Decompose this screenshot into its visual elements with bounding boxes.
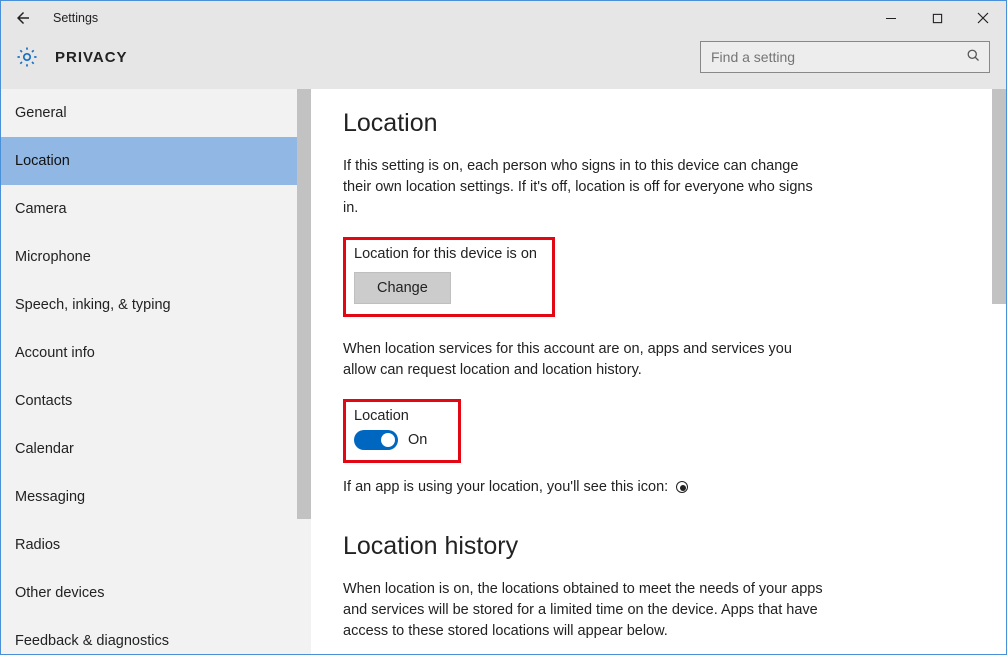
sidebar-item-microphone[interactable]: Microphone: [1, 233, 311, 281]
titlebar: Settings: [1, 1, 1006, 35]
sidebar-item-contacts[interactable]: Contacts: [1, 377, 311, 425]
search-icon: [966, 48, 981, 66]
account-location-text: When location services for this account …: [343, 339, 823, 381]
device-status-label: Location for this device is on: [354, 246, 544, 262]
sidebar-item-label: Speech, inking, & typing: [15, 297, 171, 313]
sidebar-item-calendar[interactable]: Calendar: [1, 425, 311, 473]
sidebar-item-feedback[interactable]: Feedback & diagnostics: [1, 617, 311, 654]
sidebar-item-label: Radios: [15, 537, 60, 553]
sidebar-item-label: Camera: [15, 201, 67, 217]
sidebar-item-account-info[interactable]: Account info: [1, 329, 311, 377]
sidebar-item-messaging[interactable]: Messaging: [1, 473, 311, 521]
close-icon: [977, 12, 989, 24]
header: PRIVACY: [1, 35, 1006, 89]
search-box[interactable]: [700, 41, 990, 73]
location-toggle-highlight: Location On: [343, 399, 461, 463]
sidebar-item-radios[interactable]: Radios: [1, 521, 311, 569]
location-icon-text: If an app is using your location, you'll…: [343, 477, 823, 498]
content-scrollbar[interactable]: [992, 89, 1006, 304]
sidebar-item-label: Feedback & diagnostics: [15, 633, 169, 649]
device-status-highlight: Location for this device is on Change: [343, 237, 555, 317]
sidebar-item-label: Microphone: [15, 249, 91, 265]
page-title: PRIVACY: [55, 49, 128, 66]
sidebar-scrollbar[interactable]: [297, 89, 311, 519]
window-controls: [868, 1, 1006, 35]
sidebar-item-camera[interactable]: Camera: [1, 185, 311, 233]
sidebar-item-label: Account info: [15, 345, 95, 361]
location-toggle[interactable]: [354, 430, 398, 450]
maximize-button[interactable]: [914, 1, 960, 35]
sidebar-item-label: Contacts: [15, 393, 72, 409]
sidebar-item-label: Messaging: [15, 489, 85, 505]
sidebar-item-general[interactable]: General: [1, 89, 311, 137]
search-input[interactable]: [711, 49, 966, 65]
sidebar-item-speech[interactable]: Speech, inking, & typing: [1, 281, 311, 329]
sidebar-item-other-devices[interactable]: Other devices: [1, 569, 311, 617]
back-arrow-icon: [14, 9, 32, 27]
toggle-title: Location: [354, 408, 450, 424]
window-title: Settings: [53, 11, 98, 25]
section-heading-location: Location: [343, 109, 921, 138]
main: General Location Camera Microphone Speec…: [1, 89, 1006, 654]
sidebar-item-location[interactable]: Location: [1, 137, 311, 185]
minimize-button[interactable]: [868, 1, 914, 35]
sidebar-item-label: Other devices: [15, 585, 104, 601]
sidebar-item-label: General: [15, 105, 67, 121]
section-heading-history: Location history: [343, 532, 921, 561]
sidebar-item-label: Location: [15, 153, 70, 169]
toggle-state-label: On: [408, 432, 427, 448]
back-button[interactable]: [1, 1, 45, 35]
location-intro-text: If this setting is on, each person who s…: [343, 156, 823, 219]
toggle-knob: [381, 433, 395, 447]
gear-icon: [15, 45, 39, 69]
maximize-icon: [932, 13, 943, 24]
sidebar-item-label: Calendar: [15, 441, 74, 457]
close-button[interactable]: [960, 1, 1006, 35]
location-indicator-icon: [676, 481, 688, 493]
change-button[interactable]: Change: [354, 272, 451, 304]
minimize-icon: [885, 12, 897, 24]
sidebar: General Location Camera Microphone Speec…: [1, 89, 311, 654]
content-area: Location If this setting is on, each per…: [311, 89, 1006, 654]
history-text: When location is on, the locations obtai…: [343, 579, 823, 642]
